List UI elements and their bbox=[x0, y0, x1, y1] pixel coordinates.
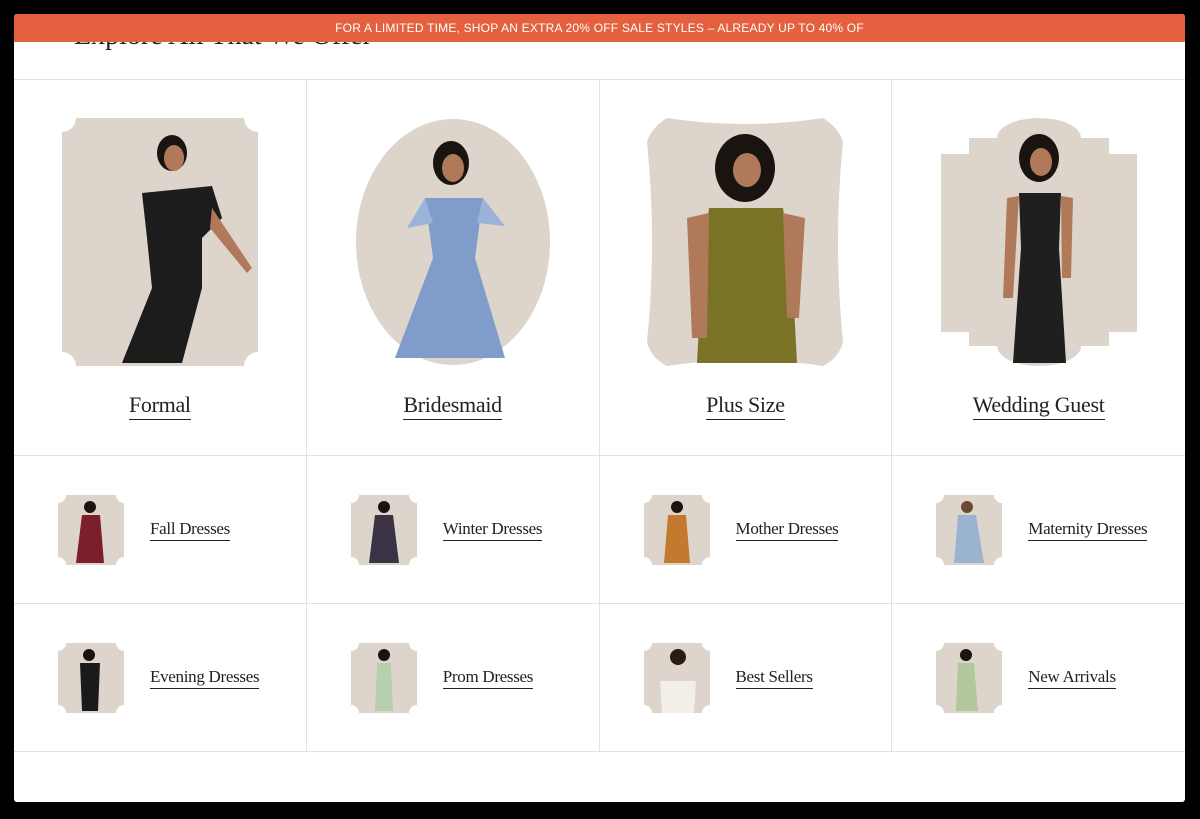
evening-dresses-thumb[interactable] bbox=[58, 642, 124, 713]
category-link-wedding-guest[interactable]: Wedding Guest bbox=[972, 392, 1105, 420]
subcategory-link-new-arrivals[interactable]: New Arrivals bbox=[1028, 667, 1116, 689]
winter-dresses-thumb[interactable] bbox=[350, 494, 417, 565]
category-card-wedding-guest[interactable]: Wedding Guest bbox=[892, 80, 1185, 455]
plus-size-image[interactable] bbox=[647, 118, 844, 366]
mother-dresses-thumb[interactable] bbox=[643, 494, 710, 565]
subcategory-prom[interactable]: Prom Dresses bbox=[307, 604, 600, 751]
promo-banner[interactable]: FOR A LIMITED TIME, SHOP AN EXTRA 20% OF… bbox=[14, 14, 1185, 42]
prom-dresses-thumb[interactable] bbox=[350, 642, 417, 713]
subcategory-link-fall[interactable]: Fall Dresses bbox=[150, 519, 230, 541]
fall-dresses-thumb[interactable] bbox=[58, 494, 124, 565]
subcategory-evening[interactable]: Evening Dresses bbox=[14, 604, 307, 751]
maternity-dresses-thumb[interactable] bbox=[936, 494, 1003, 565]
category-card-plus-size[interactable]: Plus Size bbox=[600, 80, 893, 455]
wedding-guest-image[interactable] bbox=[940, 118, 1137, 366]
subcategory-mother[interactable]: Mother Dresses bbox=[600, 456, 893, 603]
featured-row: Formal Bridesmaid Plus Size Wedding Gues… bbox=[14, 80, 1185, 456]
subcategory-row-1: Fall Dresses Winter Dresses Mother Dress… bbox=[14, 456, 1185, 604]
subcategory-link-maternity[interactable]: Maternity Dresses bbox=[1028, 519, 1148, 541]
new-arrivals-thumb[interactable] bbox=[936, 642, 1003, 713]
category-grid: Formal Bridesmaid Plus Size Wedding Gues… bbox=[14, 79, 1185, 752]
subcategory-fall[interactable]: Fall Dresses bbox=[14, 456, 307, 603]
category-link-formal[interactable]: Formal bbox=[128, 392, 191, 420]
subcategory-new-arrivals[interactable]: New Arrivals bbox=[892, 604, 1185, 751]
formal-image[interactable] bbox=[61, 118, 258, 366]
plus-size-dress bbox=[697, 208, 798, 363]
subcategory-best-sellers[interactable]: Best Sellers bbox=[600, 604, 893, 751]
subcategory-link-prom[interactable]: Prom Dresses bbox=[442, 667, 533, 689]
promo-text: FOR A LIMITED TIME, SHOP AN EXTRA 20% OF… bbox=[335, 21, 864, 35]
category-card-bridesmaid[interactable]: Bridesmaid bbox=[307, 80, 600, 455]
subcategory-link-evening[interactable]: Evening Dresses bbox=[150, 667, 260, 689]
subcategory-link-mother[interactable]: Mother Dresses bbox=[735, 519, 839, 541]
category-link-plus-size[interactable]: Plus Size bbox=[706, 392, 785, 420]
subcategory-link-winter[interactable]: Winter Dresses bbox=[442, 519, 543, 541]
page: Explore All That We Offer FOR A LIMITED … bbox=[14, 14, 1185, 802]
evening-dress bbox=[80, 662, 100, 711]
bridesmaid-image[interactable] bbox=[355, 118, 551, 366]
subcategory-maternity[interactable]: Maternity Dresses bbox=[892, 456, 1185, 603]
best-sellers-thumb[interactable] bbox=[643, 642, 710, 713]
subcategory-winter[interactable]: Winter Dresses bbox=[307, 456, 600, 603]
mother-dress bbox=[663, 514, 690, 563]
subcategory-row-2: Evening Dresses Prom Dresses Best Seller… bbox=[14, 604, 1185, 752]
prom-dress bbox=[374, 662, 393, 711]
wedding-guest-dress bbox=[1012, 193, 1066, 363]
subcategory-link-best-sellers[interactable]: Best Sellers bbox=[735, 667, 813, 689]
category-card-formal[interactable]: Formal bbox=[14, 80, 307, 455]
best-seller-dress bbox=[659, 680, 696, 713]
category-link-bridesmaid[interactable]: Bridesmaid bbox=[403, 392, 502, 420]
